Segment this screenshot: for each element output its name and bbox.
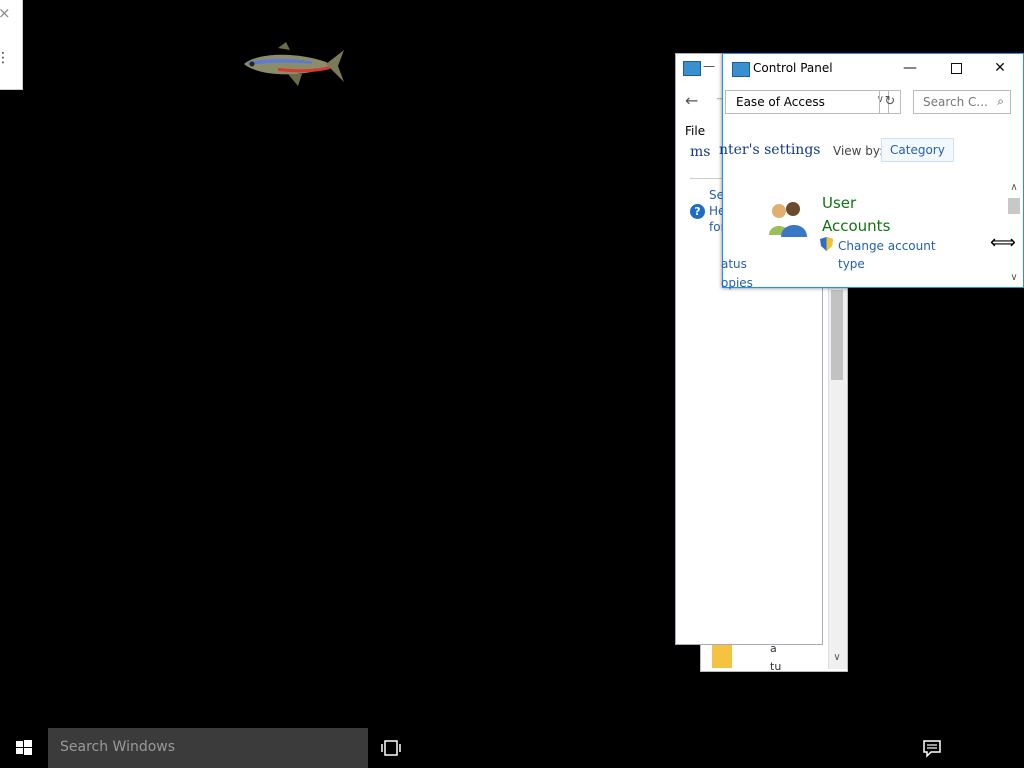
control-panel-icon bbox=[732, 62, 750, 77]
menu-icon[interactable]: ⋮ bbox=[0, 50, 10, 66]
background-window-text: a tu bbox=[770, 642, 782, 673]
background-scrollbar-thumb[interactable] bbox=[831, 290, 843, 380]
taskbar-search-input[interactable]: Search Windows bbox=[48, 728, 368, 768]
close-icon[interactable]: × bbox=[0, 4, 11, 22]
file-menu[interactable]: File bbox=[685, 124, 705, 138]
address-bar[interactable]: Ease of Access ∨ bbox=[725, 90, 889, 114]
refresh-button[interactable]: ↻ bbox=[879, 90, 901, 114]
help-icon[interactable]: ? bbox=[690, 204, 705, 219]
resize-cursor-icon: ⟺ bbox=[990, 232, 1016, 253]
category-title-user-accounts[interactable]: User Accounts bbox=[822, 192, 890, 238]
action-center-icon[interactable] bbox=[922, 738, 942, 758]
fish-image bbox=[244, 42, 344, 86]
view-by-label: View by: bbox=[833, 144, 884, 158]
change-account-type-link[interactable]: Change account type bbox=[838, 237, 936, 273]
close-button[interactable]: ✕ bbox=[977, 54, 1023, 84]
back-arrow-icon[interactable]: ← bbox=[685, 91, 698, 110]
address-text: Ease of Access bbox=[736, 95, 825, 109]
partial-links[interactable]: atus opies bbox=[721, 255, 753, 293]
maximize-icon bbox=[950, 62, 962, 74]
control-panel-window[interactable]: Control Panel — ✕ Ease of Access ∨ ↻ Sea… bbox=[719, 53, 1024, 290]
scrollbar-thumb[interactable] bbox=[1008, 198, 1020, 214]
search-icon[interactable]: ⌕ bbox=[997, 94, 1004, 109]
control-panel-icon bbox=[683, 61, 701, 76]
window-title: Control Panel bbox=[753, 61, 833, 75]
search-input[interactable]: Search C... ⌕ bbox=[913, 90, 1011, 114]
title-bar[interactable]: Control Panel — ✕ bbox=[723, 54, 1023, 84]
minimize-button[interactable]: — bbox=[887, 54, 933, 84]
leftover-window-fragment[interactable]: × ⋮ bbox=[0, 0, 23, 90]
page-heading: nter's settings bbox=[719, 142, 821, 158]
shield-icon bbox=[820, 237, 833, 251]
task-view-icon[interactable] bbox=[380, 738, 402, 758]
maximize-button[interactable] bbox=[933, 54, 979, 84]
taskbar-search-placeholder: Search Windows bbox=[60, 739, 176, 755]
refresh-icon: ↻ bbox=[884, 94, 896, 109]
page-heading-partial: ms bbox=[690, 144, 711, 160]
scroll-down-icon[interactable]: ∨ bbox=[1006, 272, 1022, 286]
scroll-up-icon[interactable]: ∧ bbox=[1006, 182, 1022, 196]
search-placeholder: Search C... bbox=[923, 95, 988, 109]
view-by-dropdown[interactable]: Category bbox=[881, 138, 954, 162]
windows-start-icon[interactable] bbox=[0, 728, 48, 768]
scroll-down-icon[interactable]: ∨ bbox=[829, 652, 845, 666]
users-icon[interactable] bbox=[765, 199, 809, 239]
